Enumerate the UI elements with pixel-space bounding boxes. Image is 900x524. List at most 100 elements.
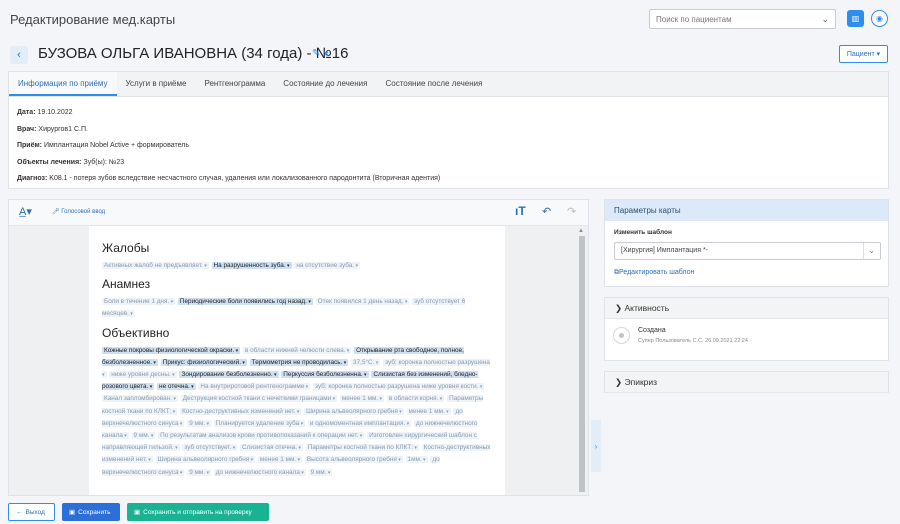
floppy-icon: ▣	[69, 509, 76, 516]
phrase-chip[interactable]: Костно-деструктивных изменений нет. ▾	[180, 407, 302, 415]
caret-down-icon: ▾	[102, 372, 105, 379]
phrase-chip[interactable]: Периодические боли появились год назад. …	[177, 298, 313, 306]
exit-button[interactable]: ← Выход	[8, 503, 55, 521]
collapse-sidebar-handle[interactable]: ›	[591, 420, 601, 472]
caret-down-icon: ▾	[378, 396, 383, 403]
info-icon: ◉	[876, 14, 883, 23]
edit-template-link[interactable]: ⧉Редактировать шаблон	[614, 269, 694, 277]
tab-state-after[interactable]: Состояние после лечения	[376, 72, 491, 96]
patient-search-input[interactable]: Поиск по пациентам ⌄	[649, 9, 836, 29]
caret-down-icon: ▾	[405, 420, 410, 427]
phrase-chip[interactable]: до нижнечелюстного канала ▾	[213, 468, 306, 476]
caret-down-icon: ▾	[149, 433, 154, 440]
phrase-chip[interactable]: Активных жалоб не предъявляет. ▾	[102, 262, 209, 269]
phrase-chip[interactable]: в области корня. ▾	[386, 395, 445, 403]
caret-down-icon: ▾	[342, 359, 347, 366]
phrase-chip[interactable]: ниже уровня десны. ▾	[109, 371, 177, 379]
caret-down-icon: ▾	[412, 445, 417, 452]
phrase-chip[interactable]: на отсутствие зуба. ▾	[294, 262, 360, 269]
epicrisis-panel: ❯ Эпикриз	[604, 371, 889, 393]
phrase-chip[interactable]: Термометрия не проводилась. ▾	[249, 358, 349, 366]
phrase-chip[interactable]: Прикус: физиологический. ▾	[160, 358, 247, 366]
visit-reception: Приём: Имплантация Nobel Active + формир…	[17, 142, 189, 149]
grid-button[interactable]: ▥	[847, 10, 864, 27]
phrase-chip[interactable]: менее 1 мм. ▾	[257, 456, 303, 464]
phrase-chip[interactable]: На внутриротовой рентгенограмме ▾	[198, 383, 311, 391]
voice-input-button[interactable]: 🎤︎ Голосовой ввод	[52, 208, 105, 215]
patient-menu-button[interactable]: Пациент ▾	[839, 45, 888, 63]
caret-down-icon: ▾	[146, 457, 151, 464]
phrase-chip[interactable]: в области нижней челюсти слева. ▾	[242, 346, 352, 354]
text-size-icon[interactable]: ıT	[515, 204, 526, 218]
info-button[interactable]: ◉	[871, 10, 888, 27]
save-and-send-button[interactable]: ▣ Сохранить и отправить на проверку	[127, 503, 269, 521]
scroll-up-icon[interactable]: ▲	[578, 228, 584, 234]
tab-state-before[interactable]: Состояние до лечения	[274, 72, 376, 96]
floppy-icon: ▣	[134, 509, 141, 516]
tab-xray[interactable]: Рентгенограмма	[195, 72, 274, 96]
caret-down-icon[interactable]: ▾	[324, 49, 328, 58]
phrase-chip[interactable]: не отечна. ▾	[157, 383, 196, 391]
phrase-chip[interactable]: Отек появился 1 день назад. ▾	[315, 298, 410, 306]
phrase-chip[interactable]: На разрушенность зуба. ▾	[211, 262, 292, 269]
tab-services[interactable]: Услуги в приёме	[117, 72, 196, 96]
visit-date: Дата: 19.10.2022	[17, 109, 73, 116]
footer-actions: ← Выход ▣ Сохранить ▣ Сохранить и отправить…	[8, 503, 269, 521]
caret-down-icon: ▾	[249, 457, 254, 464]
caret-down-icon: ▾	[205, 420, 210, 427]
phrase-chip[interactable]: Параметры костной ткани по КЛКТ: ▾	[305, 444, 419, 452]
caret-down-icon: ▾	[205, 469, 210, 476]
phrase-chip[interactable]: менее 1 мм. ▾	[339, 395, 385, 403]
phrase-chip[interactable]: менее 1 мм. ▾	[406, 407, 451, 415]
phrase-chip[interactable]: Деструкция костной ткани с нечеткими гра…	[180, 395, 338, 403]
section-heading: Анамнез	[102, 277, 151, 292]
phrase-chip[interactable]: зуб: коронка полностью разрушена ниже ур…	[312, 383, 485, 391]
epicrisis-header[interactable]: ❯ Эпикриз	[605, 372, 888, 393]
phrase-chip[interactable]: Зондирование безболезненно. ▾	[179, 371, 279, 379]
caret-down-icon: ▾	[173, 445, 178, 452]
caret-down-icon: ▾	[202, 263, 207, 269]
undo-icon[interactable]: ↶	[542, 205, 551, 218]
phrase-chip[interactable]: 37,5°С. ▾	[351, 358, 381, 366]
visit-diagnosis: Диагноз: K08.1 - потеря зубов вследствие…	[17, 175, 441, 182]
activity-header[interactable]: ❯ Активность	[605, 298, 888, 319]
phrase-chip[interactable]: Кожные покровы физиологической окраски. …	[102, 346, 241, 354]
text-color-icon[interactable]: A̲▾	[19, 205, 32, 218]
visit-info-panel: Информация по приёму Услуги в приёме Рен…	[8, 71, 889, 189]
caret-down-icon: ▾	[358, 433, 363, 440]
activity-event-meta: Супер Пользователь С.С. 26.09.2021 22:24	[638, 338, 748, 344]
phrase-chip[interactable]: зуб отсутствует. ▾	[182, 444, 238, 452]
caret-down-icon: ▾	[148, 384, 153, 391]
caret-down-icon: ▾	[444, 408, 449, 415]
editor-scrollbar[interactable]	[579, 236, 585, 492]
phrase-chip[interactable]: Канал запломбирован. ▾	[102, 395, 178, 403]
phrase-chip[interactable]: По результатам анализов крови противопок…	[158, 432, 365, 440]
phrase-chip[interactable]: Боли в течение 1 дня. ▾	[102, 298, 176, 306]
phrase-chip[interactable]: 9 мм. ▾	[187, 468, 212, 476]
phrase-chip[interactable]: 9 мм. ▾	[187, 419, 212, 427]
caret-down-icon: ▾	[396, 457, 401, 464]
save-button[interactable]: ▣ Сохранить	[62, 503, 120, 521]
pencil-icon[interactable]: ✎	[312, 48, 320, 59]
back-button[interactable]: ‹	[10, 46, 28, 64]
caret-down-icon: ▾	[304, 384, 309, 391]
phrase-chip[interactable]: Ширина альвеолярного гребня ▾	[155, 456, 256, 464]
phrase-chip[interactable]: 9 мм. ▾	[131, 432, 156, 440]
redo-icon[interactable]: ↷	[567, 205, 576, 218]
phrase-chip[interactable]: 1мм. ▾	[405, 456, 428, 464]
editor-page[interactable]: Жалобы Активных жалоб не предъявляет. ▾ Н…	[89, 226, 505, 495]
phrase-chip[interactable]: и одномоментная имплантация. ▾	[307, 419, 412, 427]
phrase-chip[interactable]: Слизистая отечна. ▾	[239, 444, 303, 452]
phrase-chip[interactable]: Перкуссия безболезненна. ▾	[281, 371, 369, 379]
phrase-chip[interactable]: Планируется удаление зуба ▾	[213, 419, 306, 427]
tab-visit-info[interactable]: Информация по приёму	[9, 72, 117, 96]
phrase-chip[interactable]: Высота альвеолярного гребня ▾	[304, 456, 403, 464]
caret-down-icon: ▾	[240, 359, 245, 366]
phrase-chip[interactable]: Ширина альвеолярного гребня ▾	[304, 407, 404, 415]
caret-down-icon: ▾	[295, 408, 300, 415]
search-placeholder: Поиск по пациентам	[656, 14, 732, 24]
caret-down-icon: ▾	[152, 359, 156, 366]
template-select[interactable]: [Хирургия] Имплантация *- ⌄	[614, 242, 881, 260]
caret-down-icon: ▾	[421, 457, 426, 464]
phrase-chip[interactable]: 9 мм. ▾	[308, 468, 333, 476]
